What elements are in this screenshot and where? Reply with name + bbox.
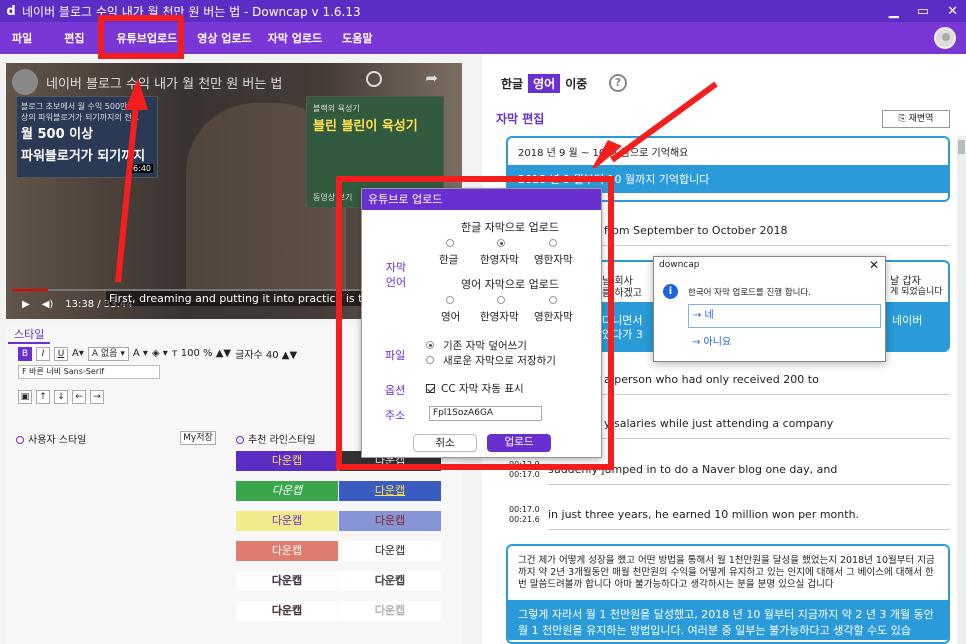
subtitle-line[interactable]: in just three years, he earned 10 millio…	[548, 508, 859, 521]
style-preset[interactable]: 다운캡	[236, 541, 338, 561]
position-box-button[interactable]: ▣	[18, 390, 32, 404]
close-button[interactable]: ✕	[947, 4, 958, 19]
recommend-style-radio[interactable]: 추천 라인스타일	[236, 431, 316, 446]
fill-dropdown[interactable]: ◈ ▾	[152, 348, 168, 359]
size-percent-stepper[interactable]: ᴛ 100 % ▲▼	[172, 348, 231, 359]
menu-subtitle-upload[interactable]: 자막 업로드	[268, 30, 322, 46]
annotation-highlight-menu	[98, 15, 184, 59]
no-button[interactable]: → 아니요	[688, 332, 881, 354]
style-preset[interactable]: 다운캡	[236, 571, 338, 591]
tab-dual[interactable]: 이중	[560, 74, 592, 93]
style-preset[interactable]: 다운캡	[236, 481, 338, 501]
korean-subtitle[interactable]: 2018 년 9 월 ~ 10 월 쯤으로 기억해요	[508, 138, 948, 165]
subtitle-line[interactable]: a person who had only received 200 to	[604, 373, 819, 386]
video-title[interactable]: 네이버 블로그 수익 내가 월 천만 원 버는 법	[46, 73, 282, 92]
scrollbar[interactable]	[957, 136, 966, 644]
close-icon[interactable]: ✕	[869, 258, 879, 272]
maximize-button[interactable]: ▭	[917, 4, 929, 19]
style-preset[interactable]: 다운캡	[339, 601, 441, 621]
style-preset[interactable]: 다운캡	[339, 481, 441, 501]
italic-button[interactable]: I	[36, 346, 50, 361]
move-left-button[interactable]: ←	[72, 390, 86, 404]
korean-subtitle[interactable]: 그건 제가 어떻게 성장을 했고 어떤 방법을 통해서 월 1천만원을 달성을 …	[508, 546, 948, 600]
subtitle-line[interactable]: from September to October 2018	[604, 224, 787, 237]
end-time: 00:17.0	[509, 470, 540, 479]
retranslate-icon: ⎘	[898, 114, 909, 124]
recommend-style-label: 추천 라인스타일	[248, 435, 316, 446]
char-count-stepper[interactable]: 글자수 40 ▲▼	[235, 346, 297, 361]
progress-fill	[12, 289, 48, 291]
thumb-headline: 블린 블린이 육성기	[313, 119, 418, 134]
english-subtitle[interactable]: 그렇게 자라서 월 1 천만원을 달성했고, 2018 년 10 월부터 지금까…	[508, 600, 948, 640]
play-icon[interactable]: ▶	[22, 299, 30, 310]
help-icon[interactable]: ?	[609, 74, 627, 92]
menu-file[interactable]: 파일	[12, 30, 32, 46]
menu-help[interactable]: 도움말	[342, 30, 372, 46]
style-preset[interactable]: 다운캡	[236, 451, 338, 471]
font-select[interactable]: F 바른 너비 Sans-Serif	[18, 365, 160, 379]
app-logo-icon: d	[6, 3, 16, 19]
timecode[interactable]: 00:17.0 00:21.6	[509, 505, 540, 525]
window-title: 네이버 블로그 수익 내가 월 천만 원 버는 법 - Downcap v 1.…	[22, 4, 361, 19]
my-save-button[interactable]: My저장	[180, 431, 216, 445]
annotation-highlight-dialog	[336, 176, 614, 470]
menu-video-upload[interactable]: 영상 업로드	[197, 30, 251, 46]
style-preset[interactable]: 다운캡	[339, 541, 441, 561]
yes-button[interactable]: → 네	[688, 304, 881, 328]
menu-edit[interactable]: 편집	[64, 30, 84, 46]
subtitle-line[interactable]: y salaries while just attending a compan…	[604, 417, 833, 430]
tab-style[interactable]: 스타일	[8, 326, 51, 344]
volume-icon[interactable]: ◀)	[42, 299, 54, 310]
korean-subtitle: 게 되었습니다	[890, 287, 943, 297]
english-subtitle: 네이버	[892, 314, 923, 327]
font-color-dropdown[interactable]: A▾	[72, 348, 84, 359]
style-preset[interactable]: 다운캡	[339, 571, 441, 591]
retranslate-button[interactable]: ⎘ 재변역	[882, 110, 950, 128]
tab-korean[interactable]: 한글	[496, 74, 528, 93]
end-time: 00:21.6	[509, 515, 540, 524]
style-preset[interactable]: 다운캡	[339, 511, 441, 531]
move-down-button[interactable]: ↓	[54, 390, 68, 404]
radio-icon	[236, 436, 244, 444]
user-style-radio[interactable]: 사용자 스타일	[16, 431, 86, 446]
thumb-headline-2: 파워블로거가 되기까지	[21, 149, 146, 164]
thumb-caption: 블로그 초보에서 월 수익 500만원 이상의 파워블로거가 되기까지의 전..…	[21, 102, 145, 122]
user-style-label: 사용자 스타일	[28, 435, 87, 446]
confirm-message: 한국어 자막 업로드를 진행 합니다.	[688, 288, 811, 298]
section-title: 자막 편집	[496, 112, 545, 126]
info-icon: i	[663, 284, 678, 299]
radio-icon	[16, 436, 24, 444]
underline-button[interactable]: U	[54, 346, 68, 361]
retranslate-label: 재변역	[908, 114, 934, 124]
related-video-thumbnail[interactable]: 블로그 초보에서 월 수익 500만원 이상의 파워블로거가 되기까지의 전..…	[16, 96, 158, 178]
bold-button[interactable]: B	[18, 346, 32, 361]
confirm-title: downcap	[659, 260, 700, 270]
watch-later-icon[interactable]	[366, 71, 382, 87]
outline-color-dropdown[interactable]: A ▾	[133, 348, 148, 359]
scroll-thumb[interactable]	[958, 140, 965, 154]
move-right-button[interactable]: →	[90, 390, 104, 404]
highlight-dropdown[interactable]: A 없음 ▾	[87, 346, 129, 361]
thumb-duration: 6:40	[131, 164, 153, 173]
thumb-headline: 월 500 이상	[21, 127, 94, 142]
move-up-button[interactable]: ↑	[36, 390, 50, 404]
tab-english[interactable]: 영어	[528, 74, 561, 93]
style-preset[interactable]: 다운캡	[236, 511, 338, 531]
share-icon[interactable]: ➦	[425, 69, 438, 87]
confirm-dialog: downcap ✕ i 한국어 자막 업로드를 진행 합니다. → 네 → 아니…	[653, 256, 886, 362]
subtitle-card[interactable]: 그건 제가 어떻게 성장을 했고 어떤 방법을 통해서 월 1천만원을 달성을 …	[506, 544, 950, 644]
thumb-caption: 블랙의 육성기	[313, 104, 360, 113]
minimize-button[interactable]: ▁	[889, 4, 899, 19]
start-time: 00:17.0	[509, 505, 540, 514]
user-avatar-icon[interactable]	[934, 27, 956, 49]
style-preset[interactable]: 다운캡	[236, 601, 338, 621]
channel-avatar[interactable]	[12, 69, 38, 95]
